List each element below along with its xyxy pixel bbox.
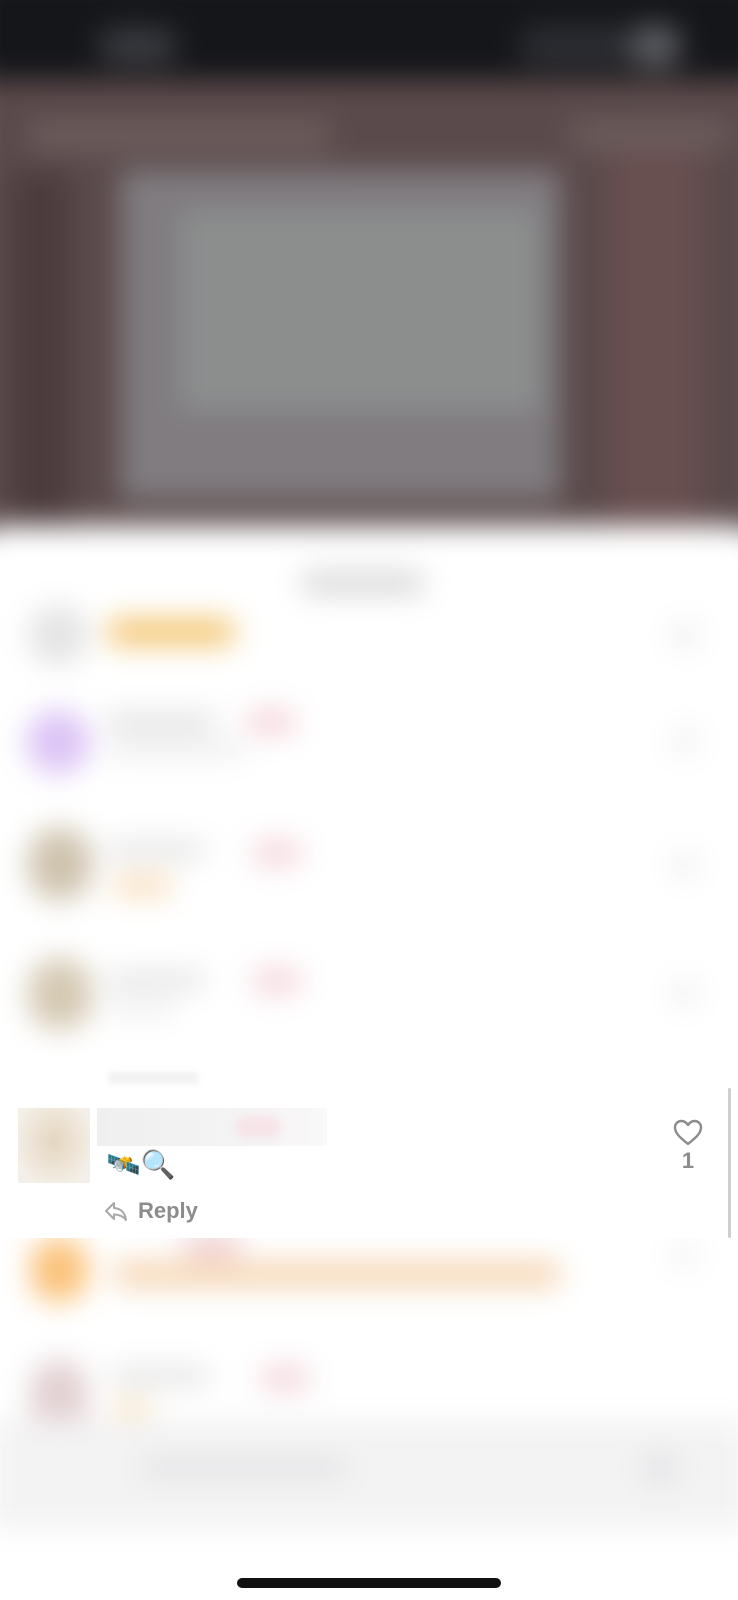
video-right-pillar — [610, 150, 700, 530]
row2-like — [670, 726, 700, 756]
comment-tag-placeholder — [235, 1116, 281, 1138]
row3-emoji — [112, 876, 172, 896]
video-top-right-strip — [570, 120, 730, 150]
comment-avatar[interactable] — [18, 1108, 90, 1183]
row2-text — [106, 740, 246, 758]
video-left-pillar — [10, 170, 70, 530]
top-right-dot-blur — [630, 24, 682, 68]
row3-like — [670, 850, 700, 880]
comment-text: 🛰️🔍 — [106, 1148, 176, 1181]
back-button-blur — [98, 28, 178, 64]
row2-name — [106, 712, 216, 732]
row3-avatar — [28, 828, 92, 900]
row1-like — [670, 620, 700, 650]
reply-label: Reply — [138, 1198, 198, 1223]
row2-tag — [246, 710, 296, 734]
previous-reply-peek — [108, 1072, 198, 1084]
scrollbar[interactable] — [728, 1088, 731, 1238]
row1-avatar — [28, 605, 88, 665]
reply-arrow-icon — [104, 1200, 128, 1222]
like-button[interactable]: 1 — [666, 1118, 710, 1178]
like-count: 1 — [681, 1148, 695, 1173]
row4-text — [106, 1000, 176, 1016]
home-indicator[interactable] — [237, 1578, 501, 1588]
row4-name — [106, 970, 206, 990]
comment-input-blur — [0, 1420, 738, 1530]
heart-outline-icon — [666, 1118, 710, 1146]
row6-tag — [260, 1366, 310, 1390]
row5-like — [670, 1240, 700, 1270]
sheet-title-blur — [300, 570, 426, 596]
row5-avatar — [30, 1238, 88, 1302]
video-top-strip — [30, 120, 330, 152]
row6-emoji — [112, 1398, 152, 1418]
input-action-blur — [640, 1450, 680, 1486]
row4-tag — [252, 968, 302, 994]
row1-badge — [106, 618, 236, 646]
comment-username-placeholder — [97, 1108, 327, 1146]
row3-name — [106, 840, 206, 860]
row4-avatar — [28, 958, 92, 1030]
row6-name — [110, 1366, 210, 1386]
video-panel-highlight — [180, 210, 540, 410]
input-placeholder-blur — [140, 1458, 350, 1478]
row2-avatar — [26, 710, 90, 774]
blurred-background — [0, 0, 738, 1600]
focused-comment: 🛰️🔍 Reply 1 — [0, 1088, 738, 1238]
row3-tag — [252, 840, 302, 866]
row4-like — [670, 978, 700, 1008]
row5-text — [112, 1260, 562, 1288]
reply-button[interactable]: Reply — [104, 1196, 198, 1226]
